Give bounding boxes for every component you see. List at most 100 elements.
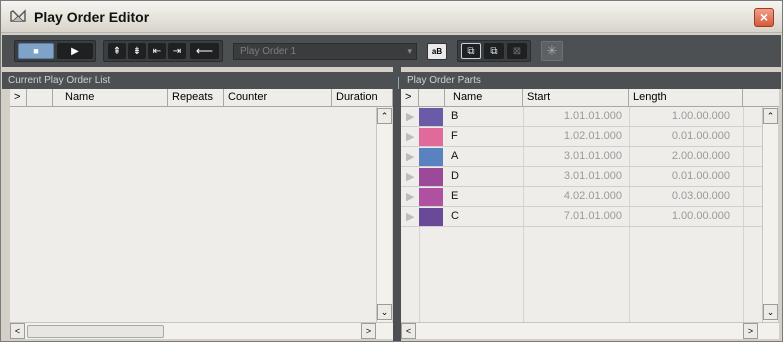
part-length: 0.01.00.000	[671, 170, 730, 182]
row-expand-icon[interactable]: ▶	[401, 107, 417, 127]
left-pane-header: Current Play Order List	[2, 72, 393, 89]
row-expand-icon[interactable]: ▶	[401, 147, 417, 167]
column-duration[interactable]: Duration	[332, 89, 393, 106]
left-scroll-thumb[interactable]	[27, 325, 164, 338]
chevron-up-icon: ⌃	[766, 111, 775, 121]
flatten-icon: ✳	[546, 43, 558, 58]
column-part-name[interactable]: Name	[445, 89, 523, 106]
left-vertical-scrollbar[interactable]: ⌃ ⌄	[376, 107, 392, 322]
move-left-icon: ⇤	[152, 45, 162, 57]
right-horizontal-scrollbar[interactable]: < >	[401, 322, 779, 339]
append-button[interactable]: ⟵	[190, 43, 219, 59]
part-name: B	[451, 110, 459, 122]
left-scroll-up-button[interactable]: ⌃	[377, 108, 392, 124]
chevron-down-icon: ⌄	[766, 307, 775, 317]
right-vertical-scrollbar[interactable]: ⌃ ⌄	[762, 107, 778, 322]
left-horizontal-scrollbar[interactable]: < >	[10, 322, 393, 339]
title-bar[interactable]: Play Order Editor ×	[1, 1, 782, 33]
column-repeats[interactable]: Repeats	[168, 89, 224, 106]
splitter-line	[398, 77, 399, 89]
part-row[interactable]: ▶ C 7.01.01.000 1.00.00.000	[401, 207, 762, 227]
pane-splitter[interactable]	[393, 67, 401, 341]
right-color-column[interactable]	[419, 89, 445, 106]
left-scroll-left-button[interactable]: <	[10, 323, 25, 339]
add-part-button[interactable]: ⧉	[461, 43, 481, 59]
left-scroll-down-button[interactable]: ⌄	[377, 304, 392, 320]
column-name[interactable]: Name	[53, 89, 168, 106]
part-color-swatch	[419, 148, 443, 166]
transport-group: ■ ▶	[14, 40, 96, 62]
chevron-left-icon: <	[405, 326, 412, 336]
right-scroll-right-button[interactable]: >	[743, 323, 758, 339]
close-button[interactable]: ×	[754, 8, 774, 27]
part-color-swatch	[419, 108, 443, 126]
move-right-button[interactable]: ⇥	[168, 43, 186, 59]
remove-icon: ⊠	[512, 45, 522, 57]
part-length: 0.01.00.000	[671, 130, 730, 142]
parts-group: ⧉ ⧉ ⊠	[457, 40, 531, 62]
right-expand-column[interactable]: >	[401, 89, 419, 106]
part-color-swatch	[419, 128, 443, 146]
rename-button[interactable]: aB	[427, 43, 447, 60]
play-button[interactable]: ▶	[57, 43, 93, 59]
left-pane-title: Current Play Order List	[8, 75, 111, 86]
move-down-button[interactable]: ⇟	[128, 43, 146, 59]
expand-icon: >	[405, 91, 412, 103]
move-right-icon: ⇥	[172, 45, 182, 57]
duplicate-icon: ⧉	[490, 45, 498, 57]
right-column-header: > Name Start Length	[401, 89, 779, 107]
left-expand-column[interactable]: >	[10, 89, 27, 106]
part-row[interactable]: ▶ A 3.01.01.000 2.00.00.000	[401, 147, 762, 167]
right-scroll-up-button[interactable]: ⌃	[763, 108, 778, 124]
column-length[interactable]: Length	[629, 89, 743, 106]
chevron-down-icon: ⌄	[380, 307, 389, 317]
part-row[interactable]: ▶ B 1.01.01.000 1.00.00.000	[401, 107, 762, 127]
toolbar: ■ ▶ ⇞ ⇟ ⇤ ⇥ ⟵ Play Order 1 ▾ aB ⧉ ⧉ ⊠ ✳	[2, 35, 781, 67]
chevron-right-icon: >	[365, 326, 372, 336]
row-expand-icon[interactable]: ▶	[401, 127, 417, 147]
row-expand-icon[interactable]: ▶	[401, 207, 417, 227]
move-up-button[interactable]: ⇞	[108, 43, 126, 59]
left-scroll-right-button[interactable]: >	[361, 323, 376, 339]
part-color-swatch	[419, 208, 443, 226]
play-order-select-value: Play Order 1	[240, 46, 297, 57]
column-start[interactable]: Start	[523, 89, 629, 106]
column-counter[interactable]: Counter	[224, 89, 332, 106]
flatten-button[interactable]: ✳	[541, 41, 563, 61]
append-icon: ⟵	[195, 44, 214, 58]
window-title: Play Order Editor	[34, 9, 150, 25]
part-row[interactable]: ▶ D 3.01.01.000 0.01.00.000	[401, 167, 762, 187]
part-start: 3.01.01.000	[563, 170, 622, 182]
play-icon: ▶	[71, 45, 79, 57]
part-color-swatch	[419, 188, 443, 206]
remove-button[interactable]: ⊠	[507, 43, 527, 59]
expand-icon: >	[14, 91, 21, 103]
chevron-down-icon: ▾	[407, 46, 412, 56]
stop-button[interactable]: ■	[18, 43, 54, 59]
part-start: 3.01.01.000	[563, 150, 622, 162]
play-order-parts-list[interactable]: ▶ B 1.01.01.000 1.00.00.000 ▶ F 1.02.01.…	[401, 107, 762, 322]
part-name: C	[451, 210, 459, 222]
play-order-list[interactable]	[10, 107, 376, 322]
rename-icon: aB	[431, 47, 443, 56]
part-start: 1.01.01.000	[563, 110, 622, 122]
part-row[interactable]: ▶ E 4.02.01.000 0.03.00.000	[401, 187, 762, 207]
part-color-swatch	[419, 168, 443, 186]
chevron-up-icon: ⌃	[380, 111, 389, 121]
part-name: D	[451, 170, 459, 182]
left-column-header: > Name Repeats Counter Duration	[10, 89, 393, 107]
part-start: 4.02.01.000	[563, 190, 622, 202]
move-up-icon: ⇞	[112, 45, 122, 57]
part-row[interactable]: ▶ F 1.02.01.000 0.01.00.000	[401, 127, 762, 147]
right-scroll-down-button[interactable]: ⌄	[763, 304, 778, 320]
left-color-column[interactable]	[27, 89, 53, 106]
move-down-icon: ⇟	[132, 45, 142, 57]
duplicate-button[interactable]: ⧉	[484, 43, 504, 59]
move-left-button[interactable]: ⇤	[148, 43, 166, 59]
row-expand-icon[interactable]: ▶	[401, 187, 417, 207]
play-order-select[interactable]: Play Order 1 ▾	[233, 43, 417, 60]
part-name: A	[451, 150, 459, 162]
part-length: 0.03.00.000	[671, 190, 730, 202]
right-scroll-left-button[interactable]: <	[401, 323, 416, 339]
row-expand-icon[interactable]: ▶	[401, 167, 417, 187]
